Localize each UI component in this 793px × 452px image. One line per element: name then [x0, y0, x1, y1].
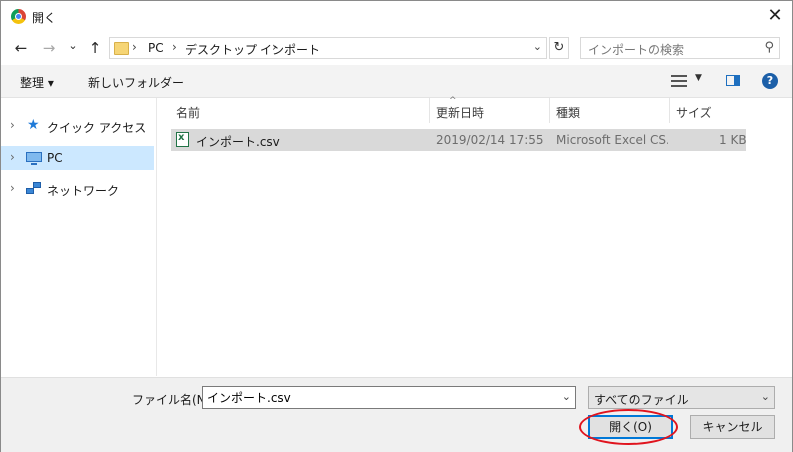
excel-csv-icon [176, 132, 189, 147]
chevron-down-icon[interactable]: ⌄ [562, 390, 571, 403]
column-divider[interactable] [669, 98, 670, 123]
file-size: 1 KB [719, 133, 747, 147]
preview-pane-icon[interactable] [726, 75, 740, 86]
chevron-right-icon[interactable]: › [10, 181, 15, 195]
breadcrumb-separator: › [172, 40, 177, 54]
dialog-footer: ファイル名(N): ⌄ すべてのファイル ⌄ 開く(O) キャンセル [1, 377, 792, 452]
sidebar-item-label: ネットワーク [47, 184, 120, 198]
help-icon[interactable]: ? [762, 73, 778, 89]
up-arrow-icon[interactable]: ↑ [86, 39, 104, 57]
close-icon[interactable]: ✕ [764, 5, 786, 27]
file-type: Microsoft Excel CS... [556, 133, 668, 147]
navigation-pane: › ★ クイック アクセス › PC › ネットワーク [1, 98, 157, 376]
dialog-title: 開く [32, 11, 57, 25]
address-bar[interactable]: › PC › デスクトップ › インポート ⌄ [109, 37, 547, 59]
sidebar-item-label: PC [47, 151, 63, 165]
view-options-icon[interactable] [671, 75, 687, 87]
sidebar-item-network[interactable]: › ネットワーク [1, 177, 154, 201]
breadcrumb-pc[interactable]: PC [148, 41, 164, 55]
command-bar: 整理 ▾ 新しいフォルダー ▼ ? [1, 65, 792, 98]
new-folder-button[interactable]: 新しいフォルダー [88, 74, 184, 91]
sidebar-item-quick-access[interactable]: › ★ クイック アクセス [1, 114, 154, 138]
breadcrumb-separator: › [132, 40, 137, 54]
chevron-right-icon[interactable]: › [10, 150, 15, 164]
column-divider[interactable] [549, 98, 550, 123]
title-bar: 開く ✕ [1, 1, 792, 32]
file-type-value: すべてのファイル [594, 393, 689, 407]
search-icon[interactable]: ⚲ [764, 40, 774, 55]
forward-arrow-icon[interactable]: → [40, 39, 58, 57]
filename-field[interactable]: ⌄ [202, 386, 576, 409]
sidebar-item-pc[interactable]: › PC [1, 146, 154, 170]
breadcrumb-import[interactable]: インポート [260, 41, 320, 58]
column-header-name[interactable]: 名前 [176, 104, 200, 121]
chevron-down-icon[interactable]: ⌄ [533, 40, 542, 53]
search-box[interactable]: インポートの検索 ⚲ [580, 37, 780, 59]
recent-locations-icon[interactable]: ⌄ [64, 37, 82, 55]
file-list-header: ^ 名前 更新日時 種類 サイズ [157, 96, 792, 123]
cancel-button[interactable]: キャンセル [690, 415, 775, 439]
breadcrumb-desktop[interactable]: デスクトップ [185, 41, 257, 58]
column-divider[interactable] [429, 98, 430, 123]
network-icon [26, 182, 42, 195]
refresh-button[interactable]: ↻ [549, 37, 569, 59]
file-row[interactable]: インポート.csv 2019/02/14 17:55 Microsoft Exc… [171, 129, 747, 151]
chevron-down-icon[interactable]: ▼ [695, 73, 702, 83]
chevron-right-icon[interactable]: › [10, 118, 15, 132]
folder-icon [114, 42, 129, 55]
chrome-icon [11, 9, 26, 24]
file-type-select[interactable]: すべてのファイル ⌄ [588, 386, 775, 409]
filename-input[interactable] [203, 387, 557, 408]
file-modified: 2019/02/14 17:55 [436, 133, 544, 147]
column-header-type[interactable]: 種類 [556, 104, 580, 121]
column-header-size[interactable]: サイズ [676, 104, 712, 121]
back-arrow-icon[interactable]: ← [12, 39, 30, 57]
navigation-bar: ← → ⌄ ↑ › PC › デスクトップ › インポート ⌄ ↻ インポートの… [1, 32, 792, 64]
organize-menu[interactable]: 整理 ▾ [20, 74, 54, 91]
search-placeholder: インポートの検索 [588, 43, 685, 57]
computer-icon [26, 152, 42, 165]
file-name: インポート.csv [196, 135, 280, 149]
sidebar-item-label: クイック アクセス [47, 121, 147, 135]
column-header-modified[interactable]: 更新日時 [436, 104, 484, 121]
chevron-down-icon[interactable]: ⌄ [761, 390, 770, 403]
star-icon: ★ [27, 117, 40, 133]
open-button[interactable]: 開く(O) [588, 415, 673, 439]
open-file-dialog: 開く ✕ ← → ⌄ ↑ › PC › デスクトップ › インポート ⌄ ↻ イ… [0, 0, 793, 452]
